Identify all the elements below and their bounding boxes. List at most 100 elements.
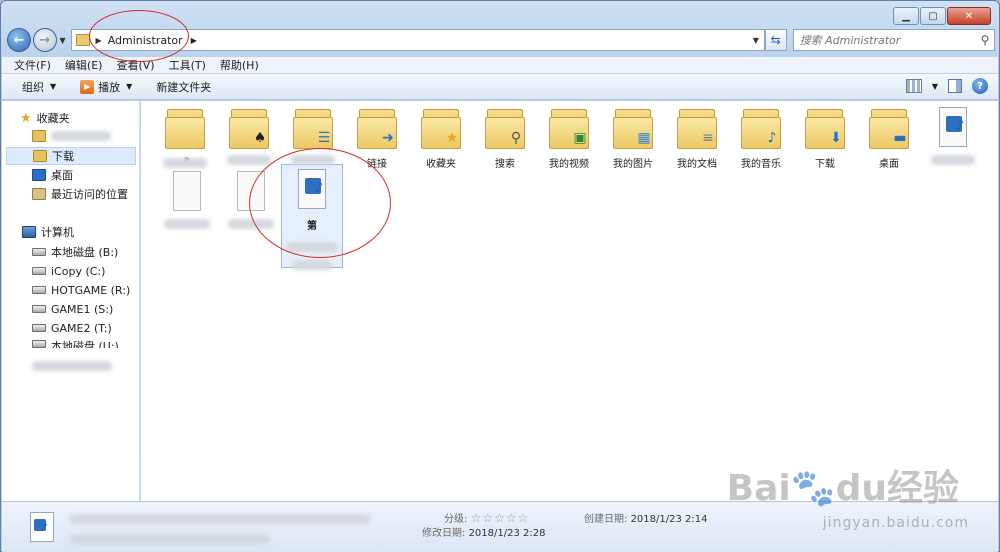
file-item[interactable]: ▦ 我的图片 bbox=[601, 107, 665, 170]
redacted-label bbox=[931, 155, 975, 165]
organize-label: 组织 bbox=[22, 80, 44, 94]
redacted-label bbox=[292, 260, 332, 270]
close-button[interactable]: ✕ bbox=[947, 7, 991, 25]
breadcrumb-arrow-icon[interactable]: ▶ bbox=[191, 36, 197, 45]
folder-doc-icon bbox=[163, 107, 207, 149]
minimize-button[interactable]: ▁ bbox=[893, 7, 919, 25]
sidebar-item-label: iCopy (C:) bbox=[51, 264, 106, 278]
play-button[interactable]: ▶ 播放 ▼ bbox=[80, 79, 132, 95]
drive-icon bbox=[32, 286, 46, 294]
sidebar-item-redacted[interactable] bbox=[8, 357, 138, 375]
file-item[interactable]: ▬ 桌面 bbox=[857, 107, 921, 170]
arrow-right-icon: → bbox=[39, 32, 51, 48]
search-icon[interactable]: ⚲ bbox=[976, 33, 994, 47]
arrow-left-icon: ← bbox=[13, 32, 25, 48]
file-item-label: 收藏夹 bbox=[426, 159, 456, 170]
folder-search-icon: ⚲ bbox=[483, 107, 527, 149]
new-folder-button[interactable]: 新建文件夹 bbox=[156, 79, 211, 95]
menu-file[interactable]: 文件(F) bbox=[14, 57, 51, 73]
media-file-icon: ♪ bbox=[30, 512, 54, 542]
file-item-label: 我的音乐 bbox=[741, 159, 781, 170]
redacted-label bbox=[164, 219, 210, 229]
refresh-icon: ⇆ bbox=[770, 33, 781, 47]
star-icon: ★ bbox=[20, 110, 32, 126]
address-dropdown-icon[interactable]: ▼ bbox=[748, 36, 764, 45]
redacted-label bbox=[32, 361, 112, 371]
sidebar-item-drive-u[interactable]: 本地磁盘 (U:) bbox=[8, 338, 138, 348]
drive-icon bbox=[32, 340, 46, 348]
folder-spade-icon: ♠ bbox=[227, 107, 271, 149]
download-folder-icon bbox=[33, 150, 47, 162]
watermark-brand: Bai bbox=[726, 468, 791, 509]
sidebar-item-recent[interactable]: 最近访问的位置 bbox=[8, 185, 138, 203]
menu-tools[interactable]: 工具(T) bbox=[169, 57, 206, 73]
file-item[interactable]: ♠ bbox=[217, 107, 281, 165]
organize-button[interactable]: 组织 ▼ bbox=[22, 79, 56, 95]
refresh-button[interactable]: ⇆ bbox=[764, 29, 787, 51]
desktop-icon bbox=[32, 169, 46, 181]
menu-edit[interactable]: 编辑(E) bbox=[65, 57, 103, 73]
change-view-icon[interactable] bbox=[905, 79, 922, 93]
chevron-down-icon: ▼ bbox=[126, 82, 133, 91]
watermark-url: jingyan.baidu.com bbox=[822, 515, 969, 531]
created-value: 2018/1/23 2:14 bbox=[630, 514, 708, 525]
redacted-label bbox=[51, 131, 111, 141]
chevron-down-icon: ▼ bbox=[59, 35, 66, 45]
menu-help[interactable]: 帮助(H) bbox=[220, 57, 259, 73]
sidebar-item-drive-c[interactable]: iCopy (C:) bbox=[8, 262, 138, 280]
sidebar-item-drive-r[interactable]: HOTGAME (R:) bbox=[8, 281, 138, 299]
modified-value: 2018/1/23 2:28 bbox=[468, 528, 546, 539]
sidebar-item-desktop[interactable]: 桌面 bbox=[8, 166, 138, 184]
sidebar-item-label: 桌面 bbox=[51, 169, 73, 182]
file-item[interactable]: ⚲ 搜索 bbox=[473, 107, 537, 170]
sidebar-item-favorites[interactable]: ★ 收藏夹 bbox=[8, 109, 138, 127]
file-item[interactable]: ⬇ 下载 bbox=[793, 107, 857, 170]
paw-icon: 🐾 bbox=[790, 468, 836, 509]
maximize-button[interactable]: ▢ bbox=[920, 7, 946, 25]
file-item-label: 我的文档 bbox=[677, 159, 717, 170]
sidebar-item-computer[interactable]: 计算机 bbox=[8, 223, 138, 241]
file-item[interactable]: ★ 收藏夹 bbox=[409, 107, 473, 170]
watermark-brand-3: 经验 bbox=[886, 468, 959, 509]
rating-field: 分级: ☆☆☆☆☆ bbox=[444, 510, 529, 525]
file-item[interactable]: ♪ 我的音乐 bbox=[729, 107, 793, 170]
recent-pages-dropdown[interactable]: ▼ bbox=[57, 36, 69, 45]
file-item[interactable]: ≡ 我的文档 bbox=[665, 107, 729, 170]
sidebar-item-label: 计算机 bbox=[41, 226, 74, 239]
sidebar-item-label: 本地磁盘 (B:) bbox=[51, 246, 119, 259]
sidebar-item-downloads[interactable]: 下载 bbox=[6, 147, 136, 165]
help-icon[interactable]: ? bbox=[972, 78, 988, 94]
file-item[interactable]: ♪ bbox=[921, 107, 985, 165]
media-file-icon: ♪ bbox=[931, 107, 975, 149]
sidebar-item-drive-t[interactable]: GAME2 (T:) bbox=[8, 319, 138, 337]
file-item[interactable]: ▣ 我的视频 bbox=[537, 107, 601, 170]
back-button[interactable]: ← bbox=[7, 28, 31, 52]
file-list-view[interactable]: .a♠☰➜链接★收藏夹⚲搜索▣我的视频▦我的图片≡我的文档♪我的音乐⬇下载▬桌面… bbox=[141, 101, 998, 501]
file-item-label: 搜索 bbox=[495, 159, 515, 170]
new-folder-label: 新建文件夹 bbox=[156, 80, 212, 94]
sidebar-item-label: 本地磁盘 (U:) bbox=[51, 340, 119, 348]
file-item-label: 我的图片 bbox=[613, 159, 653, 170]
computer-icon bbox=[22, 226, 36, 238]
drive-icon bbox=[32, 267, 46, 275]
forward-button[interactable]: → bbox=[32, 28, 57, 52]
sidebar-item-label: 收藏夹 bbox=[36, 112, 70, 125]
user-folder-icon bbox=[75, 34, 90, 46]
file-item[interactable]: .a bbox=[153, 107, 217, 168]
chevron-down-icon[interactable]: ▼ bbox=[932, 82, 938, 91]
watermark-brand-2: du bbox=[835, 468, 887, 509]
folder-icon bbox=[32, 130, 46, 142]
file-item-label: 下载 bbox=[815, 159, 835, 170]
folder-picture-icon: ▦ bbox=[611, 107, 655, 149]
search-box[interactable]: ⚲ bbox=[792, 29, 995, 51]
redacted-label bbox=[163, 158, 207, 168]
sidebar-item-drive-b[interactable]: 本地磁盘 (B:) bbox=[8, 243, 138, 261]
file-item-redacted[interactable] bbox=[155, 171, 219, 229]
rating-stars[interactable]: ☆☆☆☆☆ bbox=[471, 511, 530, 525]
folder-contact-icon: ☰ bbox=[291, 107, 335, 149]
preview-pane-icon[interactable] bbox=[948, 79, 962, 93]
sidebar-item-redacted[interactable] bbox=[8, 127, 138, 145]
sidebar-item-drive-s[interactable]: GAME1 (S:) bbox=[8, 300, 138, 318]
search-input[interactable] bbox=[799, 33, 976, 47]
command-bar: 组织 ▼ ▶ 播放 ▼ 新建文件夹 ▼ ? bbox=[2, 74, 998, 100]
